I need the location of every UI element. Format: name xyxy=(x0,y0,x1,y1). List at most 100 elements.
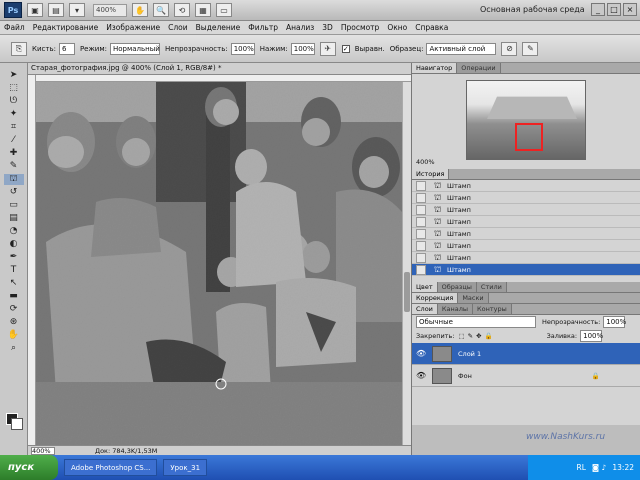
eyedropper-tool-icon[interactable]: ⁄ xyxy=(4,135,24,146)
opacity-field[interactable]: 100% xyxy=(230,42,255,55)
history-source-box[interactable] xyxy=(416,264,426,275)
lock-pixels-icon[interactable]: ⬚ xyxy=(458,332,464,340)
arrange-documents-icon[interactable]: ▦ xyxy=(195,3,211,17)
history-item[interactable]: ⛫ Штамп xyxy=(412,216,640,228)
clock[interactable]: 13:22 xyxy=(612,463,634,472)
crop-tool-icon[interactable]: ⌗ xyxy=(4,122,24,133)
pressure-field[interactable]: 100% xyxy=(290,42,315,55)
gradient-tool-icon[interactable]: ▤ xyxy=(4,213,24,224)
bridge-icon[interactable]: ▣ xyxy=(27,3,43,17)
maximize-icon[interactable]: □ xyxy=(607,3,621,16)
tab-layers[interactable]: Слои xyxy=(412,304,438,314)
canvas-scrollbar[interactable] xyxy=(402,82,411,445)
marquee-tool-icon[interactable]: ⬚ xyxy=(4,83,24,94)
3d-rotate-tool-icon[interactable]: ⟳ xyxy=(4,304,24,315)
tab-paths[interactable]: Контуры xyxy=(473,304,512,314)
tab-history[interactable]: История xyxy=(412,169,450,179)
lasso-tool-icon[interactable]: ᘎ xyxy=(4,96,24,107)
healing-brush-tool-icon[interactable]: ✚ xyxy=(4,148,24,159)
menu-analysis[interactable]: Анализ xyxy=(282,23,318,32)
tab-color[interactable]: Цвет xyxy=(412,282,438,292)
align-checkbox[interactable]: ✓ xyxy=(341,44,350,53)
brush-size-field[interactable]: 6 xyxy=(58,42,75,55)
history-item[interactable]: ⛫ Штамп xyxy=(412,204,640,216)
type-tool-icon[interactable]: T xyxy=(4,265,24,276)
extras-icon[interactable]: ▾ xyxy=(69,3,85,17)
tab-channels[interactable]: Каналы xyxy=(437,304,474,314)
background-color-swatch[interactable] xyxy=(11,418,23,430)
zoom-tool-icon[interactable]: 🔍 xyxy=(153,3,169,17)
tab-actions[interactable]: Операции xyxy=(457,63,501,73)
eye-icon[interactable]: 👁 xyxy=(416,371,426,381)
zoom-tool-icon[interactable]: ⌕ xyxy=(4,343,24,354)
lock-paint-icon[interactable]: ✎ xyxy=(468,332,473,340)
menu-file[interactable]: Файл xyxy=(0,23,29,32)
menu-layers[interactable]: Слои xyxy=(164,23,192,32)
navigator-zoom[interactable]: 400% xyxy=(416,158,435,166)
task-button-photoshop[interactable]: Adobe Photoshop CS... xyxy=(64,459,158,476)
menu-image[interactable]: Изображение xyxy=(102,23,164,32)
lock-move-icon[interactable]: ✥ xyxy=(476,332,481,340)
minibridge-icon[interactable]: ▤ xyxy=(48,3,64,17)
image-canvas[interactable] xyxy=(36,82,402,445)
workspace-label[interactable]: Основная рабочая среда xyxy=(480,5,585,14)
history-source-box[interactable] xyxy=(416,252,426,263)
shape-tool-icon[interactable]: ▬ xyxy=(4,291,24,302)
tab-adjustments[interactable]: Коррекция xyxy=(412,293,459,303)
layer-row-background[interactable]: 👁 Фон 🔒 xyxy=(412,365,640,387)
move-tool-icon[interactable]: ➤ xyxy=(4,70,24,81)
screen-mode-icon[interactable]: ▭ xyxy=(216,3,232,17)
zoom-select[interactable]: 400% xyxy=(93,3,127,17)
history-item[interactable]: ⛫ Штамп xyxy=(412,180,640,192)
menu-filter[interactable]: Фильтр xyxy=(244,23,282,32)
scrollbar-thumb[interactable] xyxy=(404,272,410,312)
blur-tool-icon[interactable]: ◔ xyxy=(4,226,24,237)
tab-swatches[interactable]: Образцы xyxy=(437,282,477,292)
history-brush-tool-icon[interactable]: ↺ xyxy=(4,187,24,198)
menu-3d[interactable]: 3D xyxy=(318,23,337,32)
history-source-box[interactable] xyxy=(416,216,426,227)
menu-edit[interactable]: Редактирование xyxy=(29,23,102,32)
menu-view[interactable]: Просмотр xyxy=(337,23,384,32)
tab-masks[interactable]: Маски xyxy=(458,293,489,303)
history-item[interactable]: ⛫ Штамп xyxy=(412,228,640,240)
history-item[interactable]: ⛫ Штамп xyxy=(412,192,640,204)
layer-row-layer1[interactable]: 👁 Слой 1 xyxy=(412,343,640,365)
eye-icon[interactable]: 👁 xyxy=(416,349,426,359)
lock-all-icon[interactable]: 🔒 xyxy=(485,332,493,340)
minimize-icon[interactable]: _ xyxy=(591,3,605,16)
history-item[interactable]: ⛫ Штамп xyxy=(412,252,640,264)
document-tab[interactable]: Старая_фотография.jpg @ 400% (Слой 1, RG… xyxy=(28,63,411,75)
status-zoom-field[interactable]: 400% xyxy=(31,446,55,455)
clone-stamp-tool-icon[interactable]: ⛫ xyxy=(3,174,24,185)
history-source-box[interactable] xyxy=(416,180,426,191)
3d-orbit-tool-icon[interactable]: ⊛ xyxy=(4,317,24,328)
navigator-thumbnail[interactable] xyxy=(466,80,586,160)
navigator-view-box[interactable] xyxy=(515,123,543,151)
menu-select[interactable]: Выделение xyxy=(192,23,245,32)
history-item-selected[interactable]: ⛫ Штамп xyxy=(412,264,640,276)
quick-select-tool-icon[interactable]: ✦ xyxy=(4,109,24,120)
dodge-tool-icon[interactable]: ◐ xyxy=(4,239,24,250)
close-icon[interactable]: × xyxy=(623,3,637,16)
history-source-box[interactable] xyxy=(416,192,426,203)
ignore-adjustment-icon[interactable]: ⊘ xyxy=(501,41,518,56)
task-button-lesson[interactable]: Урок_31 xyxy=(163,459,208,476)
history-item[interactable]: ⛫ Штамп xyxy=(412,240,640,252)
layer-opacity-field[interactable]: 100% xyxy=(603,316,626,328)
eraser-tool-icon[interactable]: ▭ xyxy=(4,200,24,211)
blend-mode-select[interactable]: Обычные xyxy=(416,316,536,328)
clone-stamp-preset-icon[interactable]: ⎘ xyxy=(11,41,27,56)
tab-navigator[interactable]: Навигатор xyxy=(412,63,458,73)
brush-tool-icon[interactable]: ✎ xyxy=(4,161,24,172)
menu-help[interactable]: Справка xyxy=(411,23,452,32)
rotate-view-icon[interactable]: ⟲ xyxy=(174,3,190,17)
sample-select[interactable]: Активный слой xyxy=(426,42,497,55)
pen-tool-icon[interactable]: ✒ xyxy=(4,252,24,263)
airbrush-icon[interactable]: ✈ xyxy=(319,41,336,56)
language-indicator[interactable]: RL xyxy=(577,463,586,472)
history-source-box[interactable] xyxy=(416,240,426,251)
mode-select[interactable]: Нормальный xyxy=(109,42,160,55)
fill-field[interactable]: 100% xyxy=(580,330,603,342)
history-source-box[interactable] xyxy=(416,228,426,239)
